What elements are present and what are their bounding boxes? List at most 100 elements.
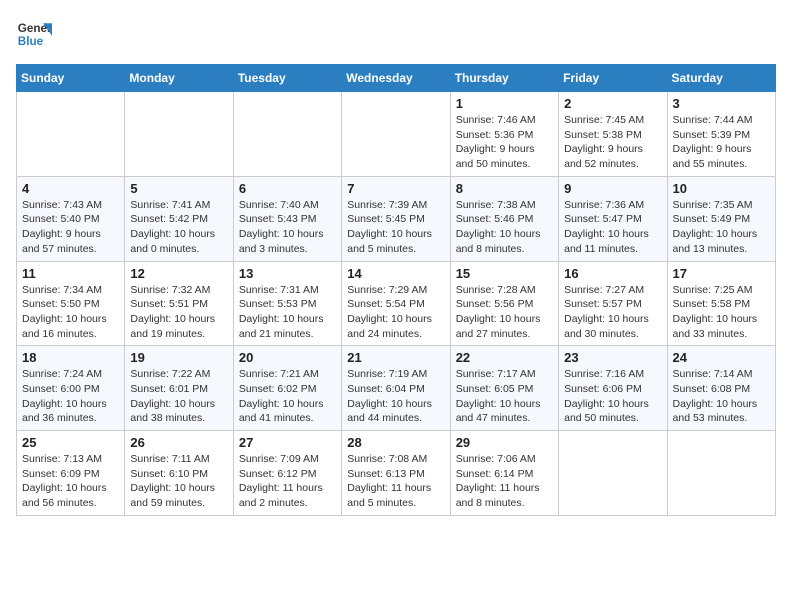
calendar-day-cell: 9 Sunrise: 7:36 AM Sunset: 5:47 PM Daylig… [559,176,667,261]
calendar-day-cell: 18Sunrise: 7:24 AM Sunset: 6:00 PM Dayli… [17,346,125,431]
calendar-week-row: 11 Sunrise: 7:34 AM Sunset: 5:50 PM Dayli… [17,261,776,346]
day-number: 10 [673,181,770,196]
calendar-day-cell: 14 Sunrise: 7:29 AM Sunset: 5:54 PM Dayli… [342,261,450,346]
calendar-table: SundayMondayTuesdayWednesdayThursdayFrid… [16,64,776,516]
day-number: 16 [564,266,661,281]
weekday-header-row: SundayMondayTuesdayWednesdayThursdayFrid… [17,65,776,92]
day-number: 24 [673,350,770,365]
weekday-header-thursday: Thursday [450,65,558,92]
svg-text:Blue: Blue [18,35,44,48]
calendar-day-cell: 26 Sunrise: 7:11 AM Sunset: 6:10 PM Dayli… [125,431,233,516]
calendar-day-cell: 11 Sunrise: 7:34 AM Sunset: 5:50 PM Dayli… [17,261,125,346]
calendar-day-cell [125,92,233,177]
day-number: 2 [564,96,661,111]
calendar-week-row: 18Sunrise: 7:24 AM Sunset: 6:00 PM Dayli… [17,346,776,431]
calendar-day-cell: 13 Sunrise: 7:31 AM Sunset: 5:53 PM Dayli… [233,261,341,346]
calendar-day-cell: 20 Sunrise: 7:21 AM Sunset: 6:02 PM Dayli… [233,346,341,431]
weekday-header-saturday: Saturday [667,65,775,92]
day-info: Sunrise: 7:36 AM Sunset: 5:47 PM Dayligh… [564,199,649,255]
calendar-day-cell: 29 Sunrise: 7:06 AM Sunset: 6:14 PM Dayli… [450,431,558,516]
day-number: 12 [130,266,227,281]
calendar-day-cell [342,92,450,177]
calendar-day-cell: 19 Sunrise: 7:22 AM Sunset: 6:01 PM Dayli… [125,346,233,431]
day-info: Sunrise: 7:21 AM Sunset: 6:02 PM Dayligh… [239,368,324,424]
day-number: 14 [347,266,444,281]
calendar-day-cell [667,431,775,516]
calendar-day-cell: 16 Sunrise: 7:27 AM Sunset: 5:57 PM Dayli… [559,261,667,346]
day-info: Sunrise: 7:34 AM Sunset: 5:50 PM Dayligh… [22,284,107,340]
calendar-day-cell: 8 Sunrise: 7:38 AM Sunset: 5:46 PM Daylig… [450,176,558,261]
calendar-day-cell: 22Sunrise: 7:17 AM Sunset: 6:05 PM Dayli… [450,346,558,431]
day-info: Sunrise: 7:08 AM Sunset: 6:13 PM Dayligh… [347,453,431,509]
day-info: Sunrise: 7:09 AM Sunset: 6:12 PM Dayligh… [239,453,323,509]
calendar-day-cell: 6Sunrise: 7:40 AM Sunset: 5:43 PM Daylig… [233,176,341,261]
day-info: Sunrise: 7:32 AM Sunset: 5:51 PM Dayligh… [130,284,215,340]
day-number: 19 [130,350,227,365]
day-number: 5 [130,181,227,196]
day-info: Sunrise: 7:28 AM Sunset: 5:56 PM Dayligh… [456,284,541,340]
day-info: Sunrise: 7:38 AM Sunset: 5:46 PM Dayligh… [456,199,541,255]
calendar-day-cell: 7 Sunrise: 7:39 AM Sunset: 5:45 PM Daylig… [342,176,450,261]
calendar-day-cell: 17 Sunrise: 7:25 AM Sunset: 5:58 PM Dayli… [667,261,775,346]
day-info: Sunrise: 7:35 AM Sunset: 5:49 PM Dayligh… [673,199,758,255]
logo-icon: General Blue [16,16,52,52]
day-number: 23 [564,350,661,365]
calendar-day-cell: 10 Sunrise: 7:35 AM Sunset: 5:49 PM Dayli… [667,176,775,261]
weekday-header-friday: Friday [559,65,667,92]
weekday-header-wednesday: Wednesday [342,65,450,92]
day-info: Sunrise: 7:25 AM Sunset: 5:58 PM Dayligh… [673,284,758,340]
day-info: Sunrise: 7:31 AM Sunset: 5:53 PM Dayligh… [239,284,324,340]
calendar-day-cell: 1Sunrise: 7:46 AM Sunset: 5:36 PM Daylig… [450,92,558,177]
day-info: Sunrise: 7:19 AM Sunset: 6:04 PM Dayligh… [347,368,432,424]
day-number: 7 [347,181,444,196]
calendar-day-cell [17,92,125,177]
day-number: 4 [22,181,119,196]
day-info: Sunrise: 7:40 AM Sunset: 5:43 PM Dayligh… [239,199,324,255]
day-info: Sunrise: 7:45 AM Sunset: 5:38 PM Dayligh… [564,114,644,170]
calendar-week-row: 1Sunrise: 7:46 AM Sunset: 5:36 PM Daylig… [17,92,776,177]
day-number: 8 [456,181,553,196]
day-number: 22 [456,350,553,365]
day-number: 27 [239,435,336,450]
day-number: 21 [347,350,444,365]
day-number: 26 [130,435,227,450]
day-number: 28 [347,435,444,450]
day-info: Sunrise: 7:44 AM Sunset: 5:39 PM Dayligh… [673,114,753,170]
day-info: Sunrise: 7:29 AM Sunset: 5:54 PM Dayligh… [347,284,432,340]
calendar-day-cell [233,92,341,177]
calendar-week-row: 25 Sunrise: 7:13 AM Sunset: 6:09 PM Dayli… [17,431,776,516]
day-number: 9 [564,181,661,196]
weekday-header-tuesday: Tuesday [233,65,341,92]
day-info: Sunrise: 7:13 AM Sunset: 6:09 PM Dayligh… [22,453,107,509]
day-info: Sunrise: 7:22 AM Sunset: 6:01 PM Dayligh… [130,368,215,424]
calendar-day-cell: 12 Sunrise: 7:32 AM Sunset: 5:51 PM Dayli… [125,261,233,346]
day-number: 20 [239,350,336,365]
day-number: 1 [456,96,553,111]
calendar-day-cell: 28 Sunrise: 7:08 AM Sunset: 6:13 PM Dayli… [342,431,450,516]
calendar-day-cell: 2 Sunrise: 7:45 AM Sunset: 5:38 PM Daylig… [559,92,667,177]
day-info: Sunrise: 7:43 AM Sunset: 5:40 PM Dayligh… [22,199,102,255]
weekday-header-monday: Monday [125,65,233,92]
day-number: 11 [22,266,119,281]
page-header: General Blue [16,16,776,52]
day-number: 13 [239,266,336,281]
day-number: 15 [456,266,553,281]
calendar-day-cell: 5 Sunrise: 7:41 AM Sunset: 5:42 PM Daylig… [125,176,233,261]
calendar-day-cell: 24Sunrise: 7:14 AM Sunset: 6:08 PM Dayli… [667,346,775,431]
day-info: Sunrise: 7:06 AM Sunset: 6:14 PM Dayligh… [456,453,540,509]
calendar-day-cell: 4 Sunrise: 7:43 AM Sunset: 5:40 PM Daylig… [17,176,125,261]
calendar-day-cell [559,431,667,516]
day-info: Sunrise: 7:11 AM Sunset: 6:10 PM Dayligh… [130,453,215,509]
calendar-day-cell: 21 Sunrise: 7:19 AM Sunset: 6:04 PM Dayli… [342,346,450,431]
day-info: Sunrise: 7:27 AM Sunset: 5:57 PM Dayligh… [564,284,649,340]
day-info: Sunrise: 7:39 AM Sunset: 5:45 PM Dayligh… [347,199,432,255]
day-number: 29 [456,435,553,450]
calendar-day-cell: 15 Sunrise: 7:28 AM Sunset: 5:56 PM Dayli… [450,261,558,346]
day-number: 25 [22,435,119,450]
day-info: Sunrise: 7:16 AM Sunset: 6:06 PM Dayligh… [564,368,649,424]
day-number: 18 [22,350,119,365]
day-number: 17 [673,266,770,281]
calendar-day-cell: 3 Sunrise: 7:44 AM Sunset: 5:39 PM Daylig… [667,92,775,177]
day-info: Sunrise: 7:41 AM Sunset: 5:42 PM Dayligh… [130,199,215,255]
day-number: 3 [673,96,770,111]
